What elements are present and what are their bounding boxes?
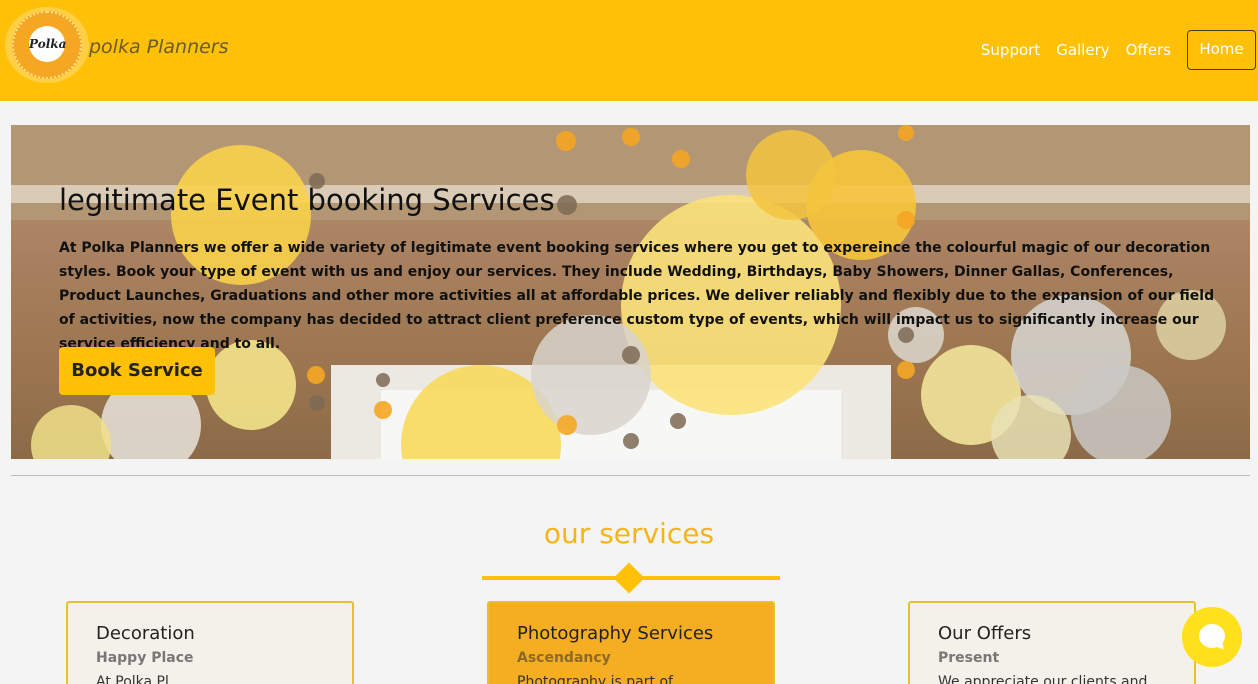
diamond-ornament-icon (613, 562, 645, 594)
card-title: Decoration (96, 623, 195, 644)
nav-menu: Support Gallery Offers Home (981, 30, 1258, 70)
nav-home-button[interactable]: Home (1187, 30, 1256, 70)
hero-description: At Polka Planners we offer a wide variet… (59, 240, 1215, 352)
logo-ring: Polka (12, 11, 82, 79)
section-divider (11, 475, 1250, 476)
logo-text: Polka (29, 26, 66, 62)
services-title: our services (543, 517, 715, 550)
navbar: Polka polka Planners Support Gallery Off… (0, 0, 1258, 101)
card-subtitle: Happy Place (96, 650, 194, 666)
service-card-offers[interactable]: Our Offers Present We appreciate our cli… (908, 601, 1196, 684)
service-card-decoration[interactable]: Decoration Happy Place At Polka Pl... (66, 601, 354, 684)
book-service-button[interactable]: Book Service (59, 347, 215, 395)
logo[interactable]: Polka (5, 7, 89, 83)
card-body: At Polka Pl... (96, 674, 183, 684)
brand-name[interactable]: polka Planners (89, 36, 229, 58)
card-title: Photography Services (517, 623, 714, 644)
service-card-photography[interactable]: Photography Services Ascendancy Photogra… (487, 601, 775, 684)
nav-gallery[interactable]: Gallery (1056, 30, 1109, 70)
card-subtitle: Present (938, 650, 1000, 666)
card-title: Our Offers (938, 623, 1032, 644)
nav-support[interactable]: Support (981, 30, 1040, 70)
card-subtitle: Ascendancy (517, 650, 611, 666)
card-body: Photography is part of... (517, 674, 686, 684)
card-body: We appreciate our clients and... (938, 674, 1161, 684)
chat-button[interactable] (1182, 607, 1242, 667)
nav-offers[interactable]: Offers (1126, 30, 1171, 70)
hero-banner: legitimate Event booking Services At Pol… (11, 125, 1250, 459)
hero-title: legitimate Event booking Services (59, 183, 555, 217)
